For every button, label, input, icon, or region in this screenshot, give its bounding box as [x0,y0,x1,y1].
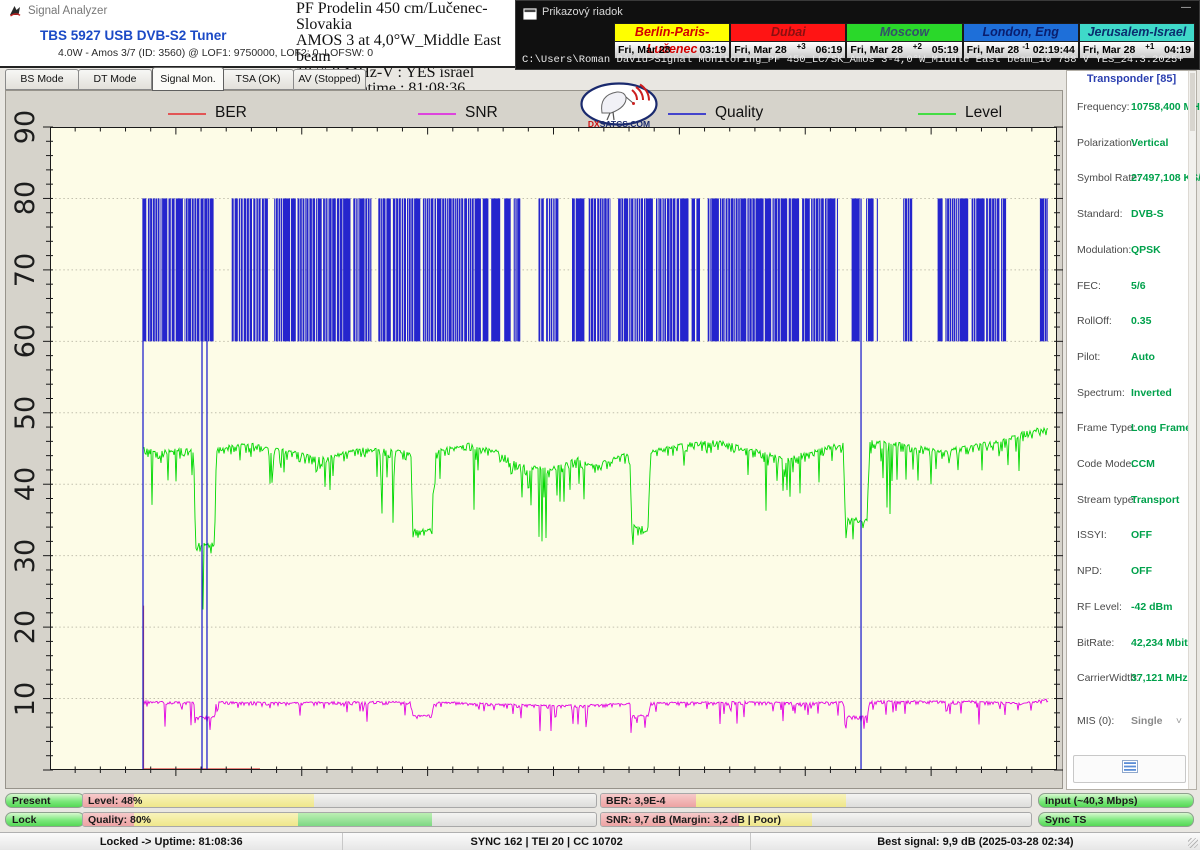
status-best-signal: Best signal: 9,9 dB (2025-03-28 02:34) [751,833,1200,850]
svg-text:DXSATCS.COM: DXSATCS.COM [588,119,650,129]
stream-list-button[interactable] [1073,755,1186,783]
sb-label-carrierwidth: CarrierWidth: [1077,672,1139,684]
resize-grip[interactable] [1188,838,1198,848]
bar-ber: BER: 3,9E-4 [600,793,1032,808]
status-bar: Locked -> Uptime: 81:08:36 SYNC 162 | TE… [0,832,1200,850]
sidebar-title: Transponder [85] [1067,73,1196,85]
legend-swatch-snr [418,113,456,115]
sb-label-npd: NPD: [1077,565,1102,577]
bar-label: SNR: 9,7 dB (Margin: 3,2 dB | Poor) [606,813,781,827]
tab-tsa-ok[interactable]: TSA (OK) [222,69,294,90]
status-lock-uptime: Locked -> Uptime: 81:08:36 [0,833,343,850]
sb-label-mis: MIS (0): [1077,715,1114,727]
bar-level: Level: 48% [82,793,597,808]
legend-swatch-ber [168,113,206,115]
bar-label: BER: 3,9E-4 [606,794,666,808]
y-tick-70: 70 [3,248,47,292]
scrollbar-thumb[interactable] [1190,73,1195,131]
info-line: PF Prodelin 450 cm/Lučenec-Slovakia [296,1,521,33]
sb-value-issyi: OFF [1131,529,1152,541]
y-tick-30: 30 [3,534,47,578]
sb-value-modulation: QPSK [1131,244,1161,256]
window-title: Signal Analyzer [28,5,107,17]
legend-swatch-quality [668,113,706,115]
legend-label-level: Level [965,104,1002,122]
y-tick-60: 60 [3,319,47,363]
tab-av-stopped[interactable]: AV (Stopped) [293,69,366,90]
sb-label-modulation: Modulation: [1077,244,1131,256]
sb-label-stream-type: Stream type: [1077,494,1137,506]
sb-value-rolloff: 0.35 [1131,315,1151,327]
sb-label-pilot: Pilot: [1077,351,1100,363]
legend-label-snr: SNR [465,104,498,122]
mis-select[interactable]: Single [1131,715,1163,727]
sb-label-code-mode: Code Mode: [1077,458,1134,470]
dxsatcs-logo: DXSATCS.COM [580,82,658,130]
y-tick-20: 20 [3,605,47,649]
sb-label-fec: FEC: [1077,280,1101,292]
transponder-sidebar: Transponder [85] Frequency: 10758,400 MH… [1066,70,1197,790]
sb-value-polarization: Vertical [1131,137,1168,149]
legend-label-quality: Quality [715,104,763,122]
legend-swatch-level [918,113,956,115]
sb-value-carrierwidth: 37,121 MHz [1131,672,1188,684]
tab-bs-mode[interactable]: BS Mode [5,69,79,90]
console-prompt-line[interactable]: C:\Users\Roman Dávid>Signal Monitoring_P… [522,54,1184,66]
sb-label-issyi: ISSYI: [1077,529,1107,541]
sb-value-spectrum: Inverted [1131,387,1172,399]
sb-value-fec: 5/6 [1131,280,1146,292]
y-tick-10: 10 [3,677,47,721]
list-icon [1122,760,1138,778]
sb-value-stream-type: Transport [1131,494,1179,506]
sb-value-bitrate: 42,234 Mbit/s [1131,637,1196,649]
sb-value-npd: OFF [1131,565,1152,577]
pill-present: Present [5,793,85,808]
console-icon [523,7,537,25]
bar-quality: Quality: 80% [82,812,597,827]
sb-value-rf-level: -42 dBm [1131,601,1172,613]
pill-lock: Lock [5,812,85,827]
app-icon [8,4,22,23]
sb-label-rf-level: RF Level: [1077,601,1122,613]
sb-label-standard: Standard: [1077,208,1123,220]
chevron-down-icon[interactable]: ˅ [1176,715,1182,727]
sb-label-polarization: Polarization: [1077,137,1135,149]
minimize-icon[interactable]: — [1181,2,1191,13]
sb-value-frame-type: Long Frame [1131,422,1191,434]
tuner-title: TBS 5927 USB DVB-S2 Tuner [40,28,227,43]
y-tick-40: 40 [3,462,47,506]
command-prompt-window[interactable]: Prikazový riadok — Berlin-Paris-Lučenec … [515,0,1200,70]
sb-label-bitrate: BitRate: [1077,637,1114,649]
legend-label-ber: BER [215,104,247,122]
tab-dt-mode[interactable]: DT Mode [78,69,152,90]
tab-signal-mon[interactable]: Signal Mon. [152,67,224,91]
y-tick-80: 80 [3,176,47,220]
sb-value-pilot: Auto [1131,351,1155,363]
bar-snr: SNR: 9,7 dB (Margin: 3,2 dB | Poor) [600,812,1032,827]
sb-label-frame-type: Frame Type: [1077,422,1136,434]
y-tick-90: 90 [3,105,47,149]
sidebar-scrollbar[interactable] [1188,71,1196,789]
status-sync-counters: SYNC 162 | TEI 20 | CC 10702 [343,833,750,850]
y-tick-50: 50 [3,391,47,435]
sb-label-spectrum: Spectrum: [1077,387,1125,399]
bar-label: Quality: 80% [88,813,151,827]
signal-plot[interactable] [50,127,1057,770]
sb-value-code-mode: CCM [1131,458,1155,470]
sb-label-rolloff: RollOff: [1077,315,1112,327]
pill-sync-ts: Sync TS [1038,812,1194,827]
sb-value-standard: DVB-S [1131,208,1164,220]
pill-input-40-3-mbps: Input (~40,3 Mbps) [1038,793,1194,808]
bar-label: Level: 48% [88,794,142,808]
sb-label-frequency: Frequency: [1077,101,1130,113]
info-line: AMOS 3 at 4,0°W_Middle East beam [296,33,521,65]
header-separator [0,66,516,68]
console-title: Prikazový riadok [542,6,623,18]
